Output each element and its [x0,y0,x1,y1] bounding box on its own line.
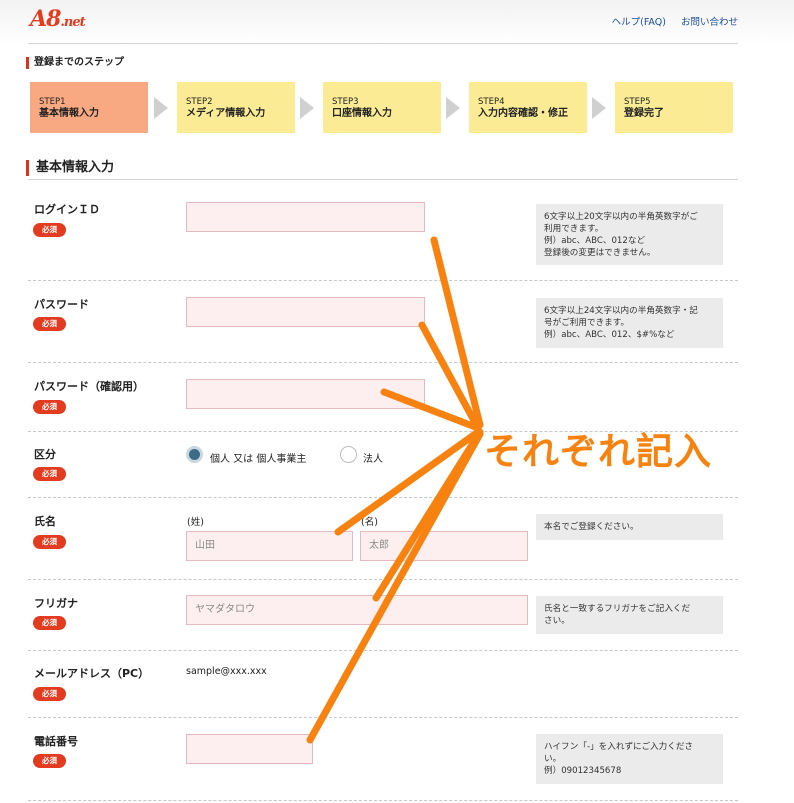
name-label: 氏名 [34,515,56,528]
password-hint: 6文字以上24文字以内の半角英数字・記 号がご利用できます。 例）abc、ABC… [536,298,723,348]
step-4: STEP4 入力内容確認・修正 [469,82,587,133]
required-badge: 必須 [33,535,66,549]
required-badge: 必須 [33,223,66,237]
step-arrow-icon [154,97,168,119]
step-label: 基本情報入力 [39,108,99,119]
row-divider [28,497,738,498]
last-name-label: (姓) [187,517,204,528]
email-label: メールアドレス（PC） [34,667,150,680]
top-bar: A8.net ヘルプ(FAQ) お問い合わせ [0,0,794,44]
required-badge: 必須 [33,400,66,414]
step-label: メディア情報入力 [186,108,266,119]
required-badge: 必須 [33,754,66,768]
step-number: STEP3 [332,97,359,107]
required-badge: 必須 [33,687,66,701]
step-number: STEP4 [478,97,505,107]
row-divider [28,800,738,801]
section-title: 基本情報入力 [26,160,114,176]
row-divider [28,579,738,580]
step-label: 登録完了 [624,108,664,119]
login-id-label: ログインＩＤ [34,203,100,216]
individual-radio[interactable] [186,446,203,463]
step-2: STEP2 メディア情報入力 [177,82,295,133]
password-confirm-input[interactable] [186,379,425,409]
name-hint: 本名でご登録ください。 [536,514,723,540]
step-label: 入力内容確認・修正 [478,108,568,119]
first-name-label: (名) [361,517,378,528]
password-confirm-label: パスワード（確認用） [34,380,144,393]
step-1: STEP1 基本情報入力 [30,82,148,133]
help-faq-link[interactable]: ヘルプ(FAQ) [612,17,666,28]
steps-heading: 登録までのステップ [26,57,124,69]
corporate-radio-label: 法人 [363,454,383,465]
row-divider [28,650,738,651]
step-label: 口座情報入力 [332,108,392,119]
contact-link[interactable]: お問い合わせ [681,17,738,28]
step-number: STEP2 [186,97,213,107]
required-badge: 必須 [33,467,66,481]
last-name-input[interactable]: 山田 [186,531,353,561]
step-3: STEP3 口座情報入力 [323,82,441,133]
arrow-stroke [430,236,484,429]
arrow-stroke [372,428,484,602]
row-divider [28,717,738,718]
login-id-hint: 6文字以上20文字以内の半角英数字がご 利用できます。 例）abc、ABC、01… [536,204,723,265]
header-divider [28,43,738,44]
row-divider [28,362,738,363]
phone-input[interactable] [186,734,313,764]
a8-logo[interactable]: A8.net [30,6,86,32]
email-value: sample@xxx.xxx [186,666,267,677]
first-name-input[interactable]: 太郎 [360,531,528,561]
arrow-stroke [306,430,484,744]
furigana-label: フリガナ [34,597,78,610]
required-badge: 必須 [33,317,66,331]
step-arrow-icon [446,97,460,119]
phone-hint: ハイフン「-」を入れずにご入力くださ い。 例）09012345678 [536,734,723,784]
furigana-input[interactable]: ヤマダタロウ [186,595,528,625]
step-5: STEP5 登録完了 [615,82,733,133]
annotation-text: それぞれ記入 [484,430,712,473]
corporate-radio[interactable] [340,446,357,463]
password-label: パスワード [34,298,89,311]
step-number: STEP5 [624,97,651,107]
section-divider [28,179,738,180]
category-label: 区分 [34,448,56,461]
step-arrow-icon [592,97,606,119]
row-divider [28,280,738,281]
step-number: STEP1 [39,97,66,107]
required-badge: 必須 [33,616,66,630]
login-id-input[interactable] [186,202,425,232]
phone-label: 電話番号 [34,735,78,748]
furigana-hint: 氏名と一致するフリガナをご記入くだ さい。 [536,596,723,634]
arrow-stroke [334,428,482,536]
password-input[interactable] [186,297,425,327]
individual-radio-label: 個人 又は 個人事業主 [210,454,307,465]
arrow-stroke [418,321,482,432]
step-arrow-icon [300,97,314,119]
header-links: ヘルプ(FAQ) お問い合わせ [600,14,738,28]
